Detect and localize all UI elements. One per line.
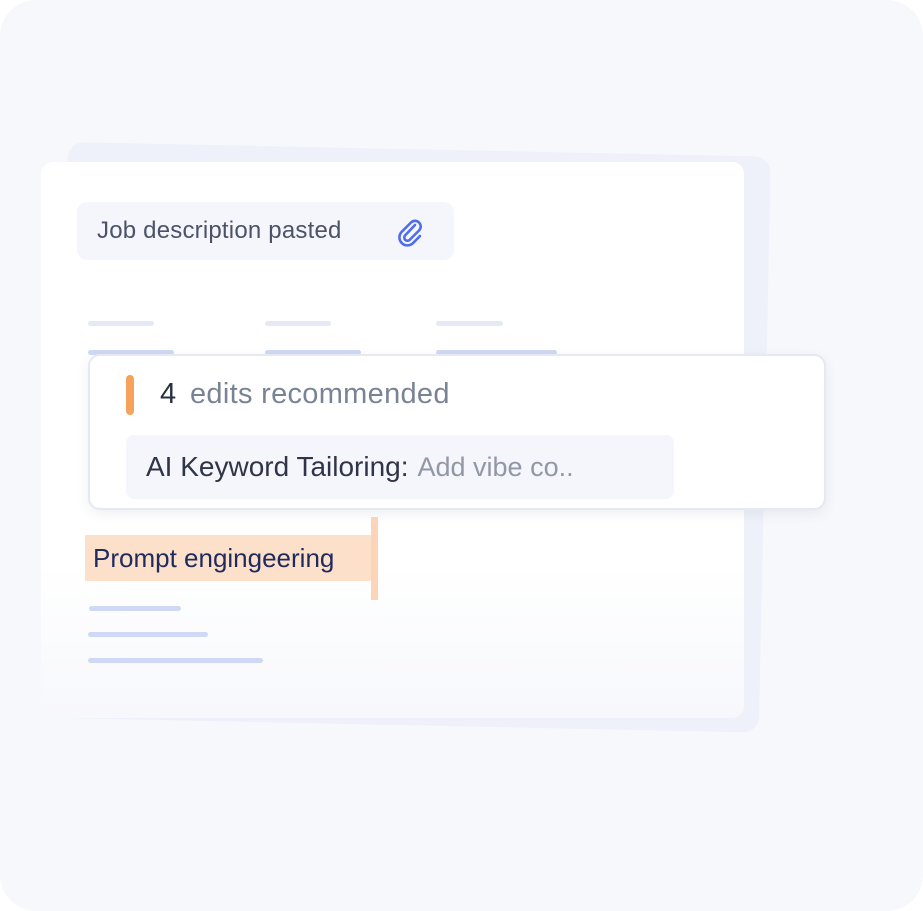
skeleton-line <box>88 658 263 663</box>
keyword-tailoring-label: AI Keyword Tailoring: <box>146 451 409 482</box>
skeleton-line <box>89 606 181 611</box>
job-description-label: Job description pasted <box>97 217 342 244</box>
recommendations-accent-bar <box>126 375 134 415</box>
skeleton-line <box>88 321 154 326</box>
illustration-canvas: Job description pasted 4 edits recommend… <box>0 0 923 911</box>
paperclip-icon <box>398 219 422 247</box>
skeleton-line <box>265 321 331 326</box>
edits-recommended-label: edits recommended <box>190 378 450 410</box>
keyword-tailoring-value: Add vibe co.. <box>417 451 574 482</box>
skeleton-line <box>436 321 503 326</box>
highlighted-skill: Prompt engingeering <box>85 535 375 581</box>
skeleton-line <box>88 632 208 637</box>
edit-count: 4 <box>160 378 177 410</box>
highlighted-skill-text: Prompt engingeering <box>93 542 335 573</box>
text-cursor <box>371 517 378 600</box>
keyword-tailoring-suggestion[interactable]: AI Keyword Tailoring: Add vibe co.. <box>126 435 674 499</box>
